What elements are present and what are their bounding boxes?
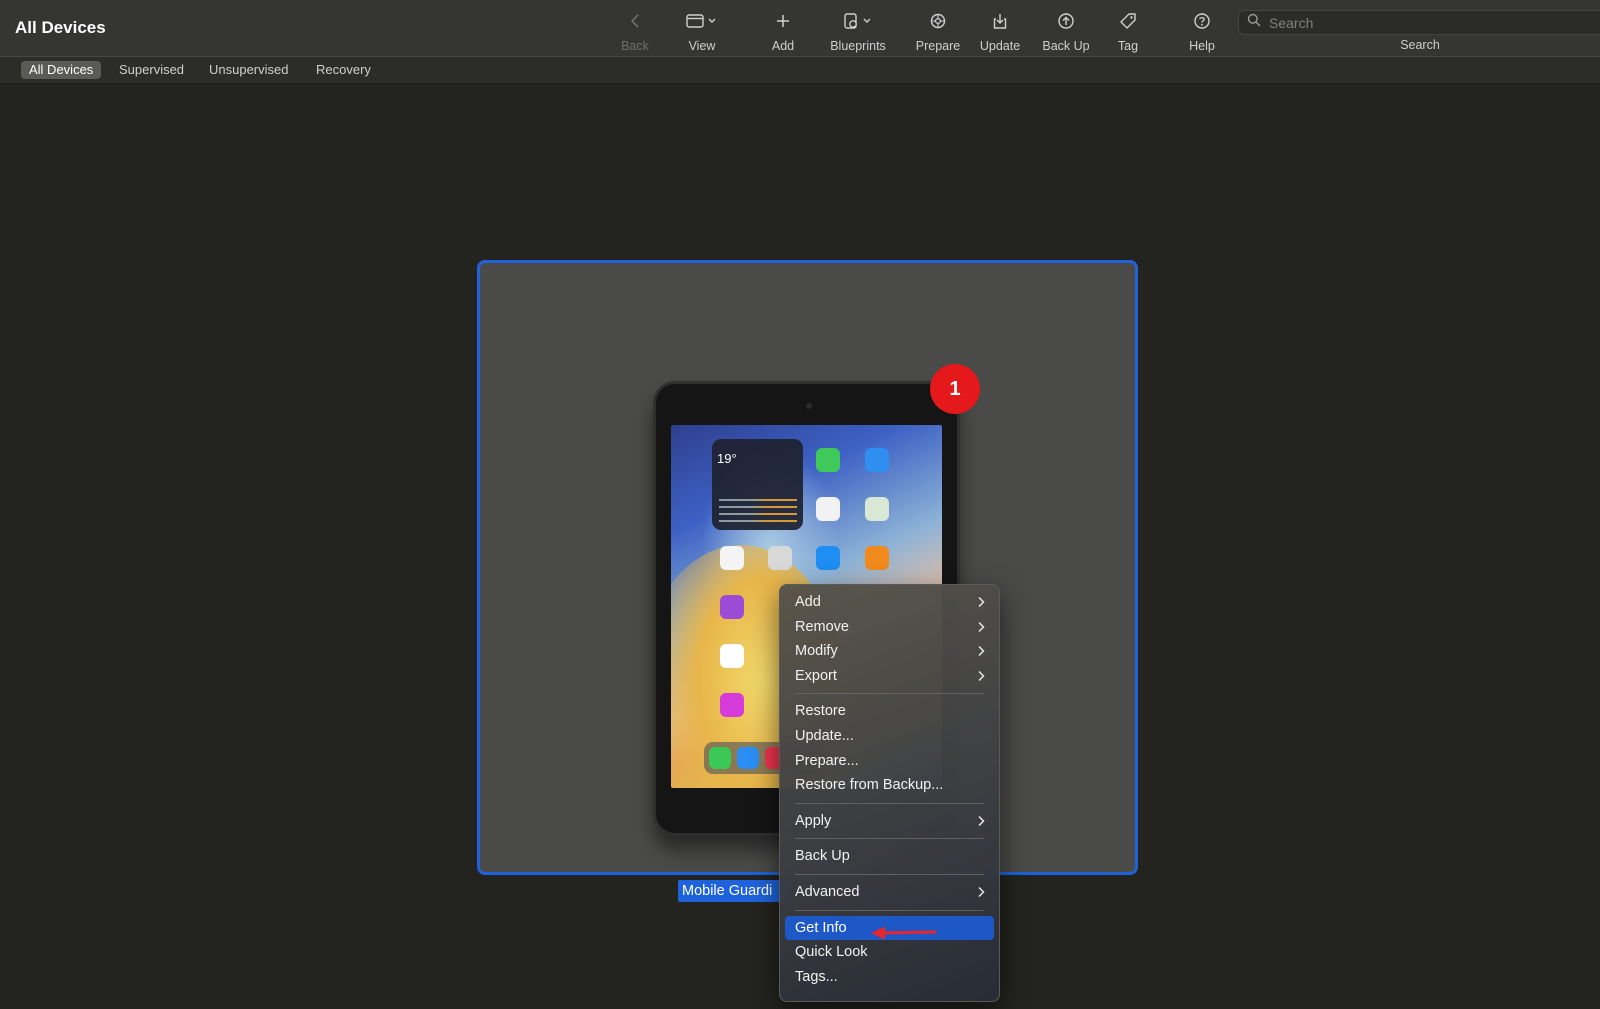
camera-dot: [806, 403, 812, 409]
menu-item-label: Prepare...: [795, 752, 859, 769]
clock-app-icon: [720, 644, 744, 668]
chevron-right-icon: [977, 809, 985, 834]
backup-button-label: Back Up: [1042, 39, 1090, 53]
menu-item-add[interactable]: Add: [780, 590, 999, 615]
search-input[interactable]: [1269, 14, 1569, 31]
help-button-label: Help: [1189, 39, 1215, 53]
menu-item-remove[interactable]: Remove: [780, 615, 999, 640]
help-icon: [1193, 8, 1211, 34]
view-button[interactable]: View: [676, 8, 728, 56]
menu-item-label: Update...: [795, 727, 854, 744]
backup-upload-icon: [1057, 8, 1075, 34]
filter-supervised[interactable]: Supervised: [111, 61, 192, 79]
update-button[interactable]: Update: [976, 8, 1024, 56]
facetime-app-icon: [816, 448, 840, 472]
search-label: Search: [1400, 38, 1440, 52]
weather-temp: 19°: [717, 451, 737, 466]
app-store-icon: [816, 546, 840, 570]
reminders-app-icon: [816, 497, 840, 521]
menu-item-label: Advanced: [795, 883, 860, 900]
menu-item-update[interactable]: Update...: [780, 724, 999, 749]
filter-bar: All Devices Supervised Unsupervised Reco…: [0, 57, 1600, 84]
menu-item-restore-from-backup[interactable]: Restore from Backup...: [780, 773, 999, 798]
maps-app-icon: [865, 497, 889, 521]
add-button-label: Add: [771, 39, 795, 53]
annotation-arrow-icon: [871, 926, 937, 940]
books-app-icon: [865, 546, 889, 570]
chevron-right-icon: [977, 639, 985, 664]
view-menu-icon: [685, 8, 719, 34]
search-field[interactable]: [1238, 10, 1600, 35]
back-button-label: Back: [621, 39, 649, 53]
menu-item-restore[interactable]: Restore: [780, 699, 999, 724]
menu-item-apply[interactable]: Apply: [780, 809, 999, 834]
menu-separator: [795, 802, 984, 804]
help-button[interactable]: Help: [1180, 8, 1224, 56]
menu-item-export[interactable]: Export: [780, 664, 999, 689]
menu-item-back-up[interactable]: Back Up: [780, 844, 999, 869]
menu-item-label: Add: [795, 594, 821, 610]
blueprints-icon: [841, 8, 875, 34]
blueprints-button[interactable]: Blueprints: [826, 8, 890, 56]
itunes-store-app-icon: [720, 693, 744, 717]
search-icon: [1247, 13, 1261, 32]
page-title: All Devices: [15, 18, 106, 37]
menu-separator: [795, 693, 984, 695]
tag-button-label: Tag: [1117, 39, 1139, 53]
menu-item-advanced[interactable]: Advanced: [780, 880, 999, 905]
update-download-icon: [992, 8, 1008, 34]
menu-item-label: Restore: [795, 703, 846, 720]
prepare-button[interactable]: Prepare: [912, 8, 964, 56]
chevron-left-icon: [629, 8, 641, 34]
menu-item-tags[interactable]: Tags...: [780, 965, 999, 990]
prepare-gear-icon: [929, 8, 947, 34]
menu-item-modify[interactable]: Modify: [780, 639, 999, 664]
home-app-icon: [720, 546, 744, 570]
chevron-right-icon: [977, 590, 985, 615]
menu-item-label: Apply: [795, 812, 832, 829]
menu-separator: [795, 909, 984, 911]
menu-item-label: Quick Look: [795, 944, 868, 961]
messages-dock-icon: [709, 747, 731, 769]
menu-item-label: Restore from Backup...: [795, 777, 944, 794]
weather-widget: 19°: [712, 439, 803, 530]
blueprints-button-label: Blueprints: [830, 39, 886, 53]
filter-all-devices[interactable]: All Devices: [21, 61, 102, 79]
prepare-button-label: Prepare: [915, 39, 961, 53]
menu-item-prepare[interactable]: Prepare...: [780, 749, 999, 774]
chevron-right-icon: [977, 664, 985, 689]
tag-icon: [1119, 8, 1137, 34]
safari-dock-icon: [737, 747, 759, 769]
chevron-right-icon: [977, 880, 985, 905]
menu-item-label: Back Up: [795, 848, 850, 865]
camera-app-icon: [768, 546, 792, 570]
files-app-icon: [865, 448, 889, 472]
backup-button[interactable]: Back Up: [1038, 8, 1094, 56]
annotation-step-badge: 1: [930, 364, 980, 414]
menu-item-label: Modify: [795, 643, 838, 660]
update-button-label: Update: [979, 39, 1021, 53]
podcasts-app-icon: [720, 595, 744, 619]
toolbar: All Devices Back View Add Blueprints Pre…: [0, 0, 1600, 57]
menu-item-label: Export: [795, 667, 837, 684]
menu-item-label: Get Info: [795, 919, 847, 936]
device-name-label[interactable]: Mobile Guardi: [678, 880, 788, 902]
view-button-label: View: [688, 39, 716, 53]
chevron-right-icon: [977, 615, 985, 640]
filter-recovery[interactable]: Recovery: [308, 61, 379, 79]
filter-unsupervised[interactable]: Unsupervised: [201, 61, 297, 79]
menu-separator: [795, 838, 984, 840]
menu-item-label: Remove: [795, 618, 849, 635]
menu-separator: [795, 873, 984, 875]
plus-icon: [775, 8, 791, 34]
tag-button[interactable]: Tag: [1108, 8, 1148, 56]
menu-item-quick-look[interactable]: Quick Look: [780, 940, 999, 965]
menu-item-label: Tags...: [795, 968, 838, 985]
add-button[interactable]: Add: [760, 8, 806, 56]
back-button[interactable]: Back: [612, 8, 658, 56]
